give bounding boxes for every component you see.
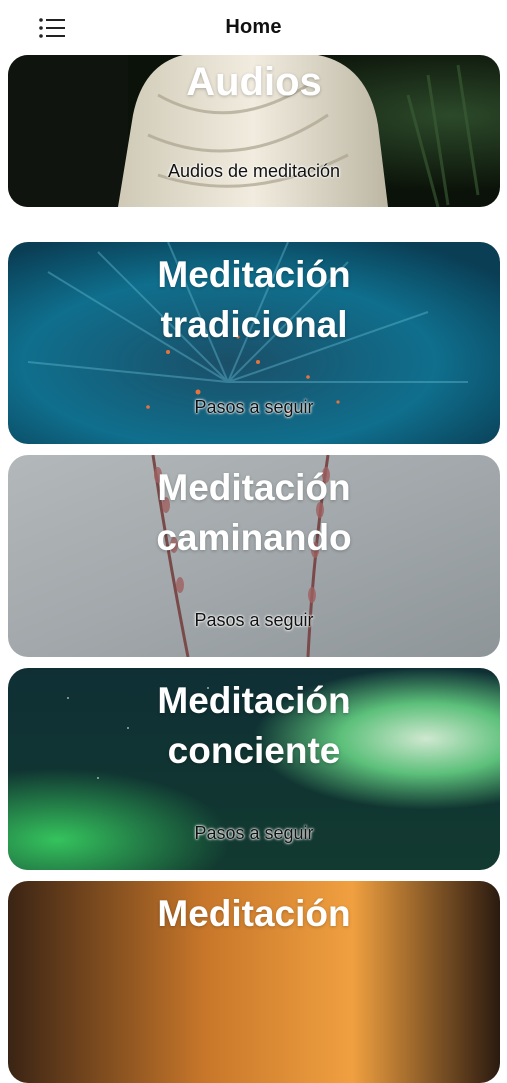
card-title: Meditación conciente bbox=[157, 680, 351, 771]
card-meditacion-caminando[interactable]: Meditación caminando Pasos a seguir bbox=[8, 455, 500, 657]
card-title: Meditación caminando bbox=[156, 467, 352, 558]
card-meditacion-conciente[interactable]: Meditación conciente Pasos a seguir bbox=[8, 668, 500, 870]
card-audios[interactable]: Audios Audios de meditación bbox=[8, 55, 500, 207]
card-subtitle: Pasos a seguir bbox=[194, 823, 314, 843]
card-title: Audios bbox=[186, 60, 322, 104]
card-meditacion-tradicional[interactable]: Meditación tradicional Pasos a seguir bbox=[8, 242, 500, 444]
card-subtitle: Pasos a seguir bbox=[194, 610, 314, 630]
card-title: Meditación bbox=[157, 893, 351, 934]
card-subtitle: Audios de meditación bbox=[167, 161, 341, 181]
app-header: Home bbox=[0, 0, 507, 55]
card-title: Meditación tradicional bbox=[157, 254, 351, 345]
card-meditacion[interactable]: Meditación bbox=[8, 881, 500, 1083]
page-title: Home bbox=[225, 16, 282, 38]
card-subtitle: Pasos a seguir bbox=[194, 397, 314, 417]
